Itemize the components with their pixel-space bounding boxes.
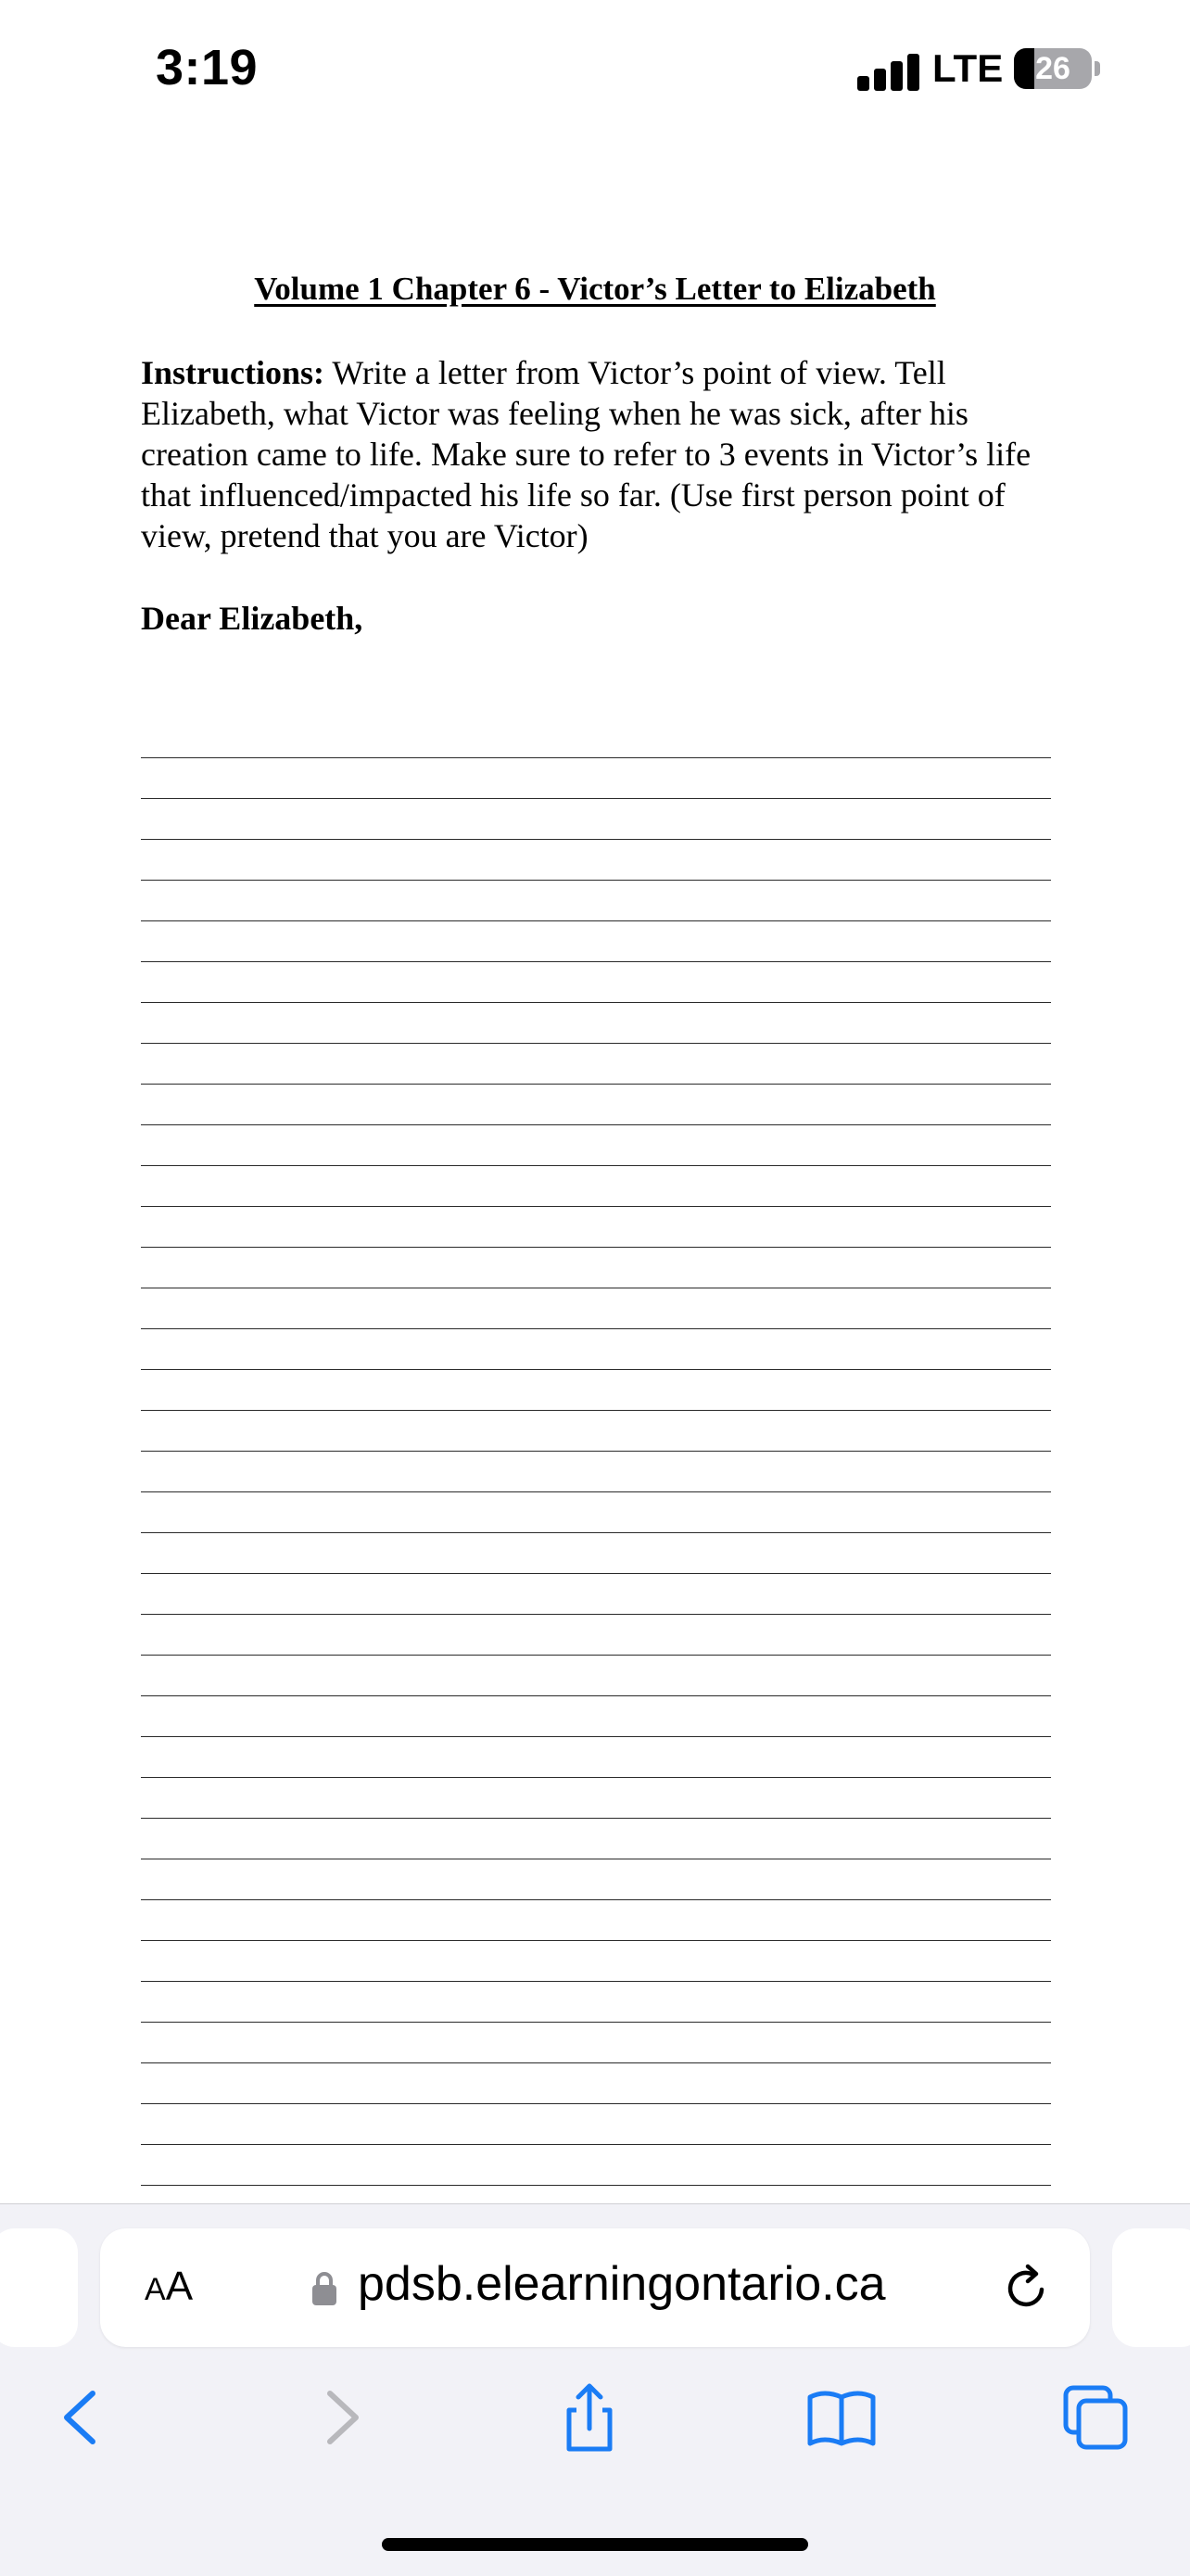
writing-line xyxy=(141,1370,1051,1411)
writing-line xyxy=(141,1696,1051,1737)
writing-line xyxy=(141,2104,1051,2145)
writing-line xyxy=(141,1288,1051,1329)
writing-line xyxy=(141,1248,1051,1288)
writing-line xyxy=(141,1329,1051,1370)
writing-line xyxy=(141,1737,1051,1778)
share-icon[interactable] xyxy=(552,2380,627,2455)
writing-line xyxy=(141,1452,1051,1492)
writing-line xyxy=(141,921,1051,962)
writing-line xyxy=(141,962,1051,1003)
letter-salutation: Dear Elizabeth, xyxy=(141,600,363,637)
battery-level: 26 xyxy=(1035,51,1070,86)
cellular-signal-icon xyxy=(857,52,920,91)
writing-line xyxy=(141,1492,1051,1533)
next-tab-card[interactable] xyxy=(1112,2228,1190,2347)
text-size-button[interactable]: AA xyxy=(145,2264,193,2310)
writing-line xyxy=(141,758,1051,799)
bookmarks-icon[interactable] xyxy=(804,2380,879,2455)
tabs-icon[interactable] xyxy=(1058,2380,1133,2455)
writing-line xyxy=(141,2145,1051,2186)
writing-line xyxy=(141,1003,1051,1044)
writing-line xyxy=(141,1125,1051,1166)
writing-line xyxy=(141,1941,1051,1982)
instructions-paragraph: Instructions: Write a letter from Victor… xyxy=(141,352,1054,556)
writing-line xyxy=(141,1207,1051,1248)
writing-line xyxy=(141,1574,1051,1615)
writing-line xyxy=(141,840,1051,881)
back-icon[interactable] xyxy=(44,2380,119,2455)
writing-line xyxy=(141,1900,1051,1941)
writing-line xyxy=(141,1982,1051,2023)
status-bar: 3:19 LTE 26 xyxy=(0,0,1190,139)
writing-line xyxy=(141,717,1051,758)
writing-line xyxy=(141,2023,1051,2063)
writing-line xyxy=(141,1411,1051,1452)
writing-line xyxy=(141,1778,1051,1819)
writing-line xyxy=(141,2063,1051,2104)
writing-line xyxy=(141,1085,1051,1125)
previous-tab-card[interactable] xyxy=(0,2228,78,2347)
battery-cap xyxy=(1095,61,1100,76)
instructions-label: Instructions: xyxy=(141,354,325,391)
writing-line xyxy=(141,1819,1051,1859)
status-time: 3:19 xyxy=(156,40,259,95)
writing-line xyxy=(141,881,1051,921)
home-indicator[interactable] xyxy=(382,2538,808,2551)
network-type: LTE xyxy=(932,46,1004,90)
writing-line xyxy=(141,1859,1051,1900)
address-bar[interactable]: AA pdsb.elearningontario.ca xyxy=(100,2228,1090,2347)
writing-line xyxy=(141,1166,1051,1207)
document-title: Volume 1 Chapter 6 - Victor’s Letter to … xyxy=(254,271,936,307)
lock-icon xyxy=(312,2272,336,2305)
writing-line xyxy=(141,1044,1051,1085)
url-text[interactable]: pdsb.elearningontario.ca xyxy=(358,2256,886,2312)
writing-line xyxy=(141,1533,1051,1574)
writing-line xyxy=(141,1656,1051,1696)
writing-lines xyxy=(141,717,1051,2227)
writing-line xyxy=(141,799,1051,840)
forward-icon[interactable] xyxy=(304,2380,378,2455)
reload-icon[interactable] xyxy=(1001,2262,1053,2314)
writing-line xyxy=(141,1615,1051,1656)
battery-icon: 26 xyxy=(1014,48,1092,89)
